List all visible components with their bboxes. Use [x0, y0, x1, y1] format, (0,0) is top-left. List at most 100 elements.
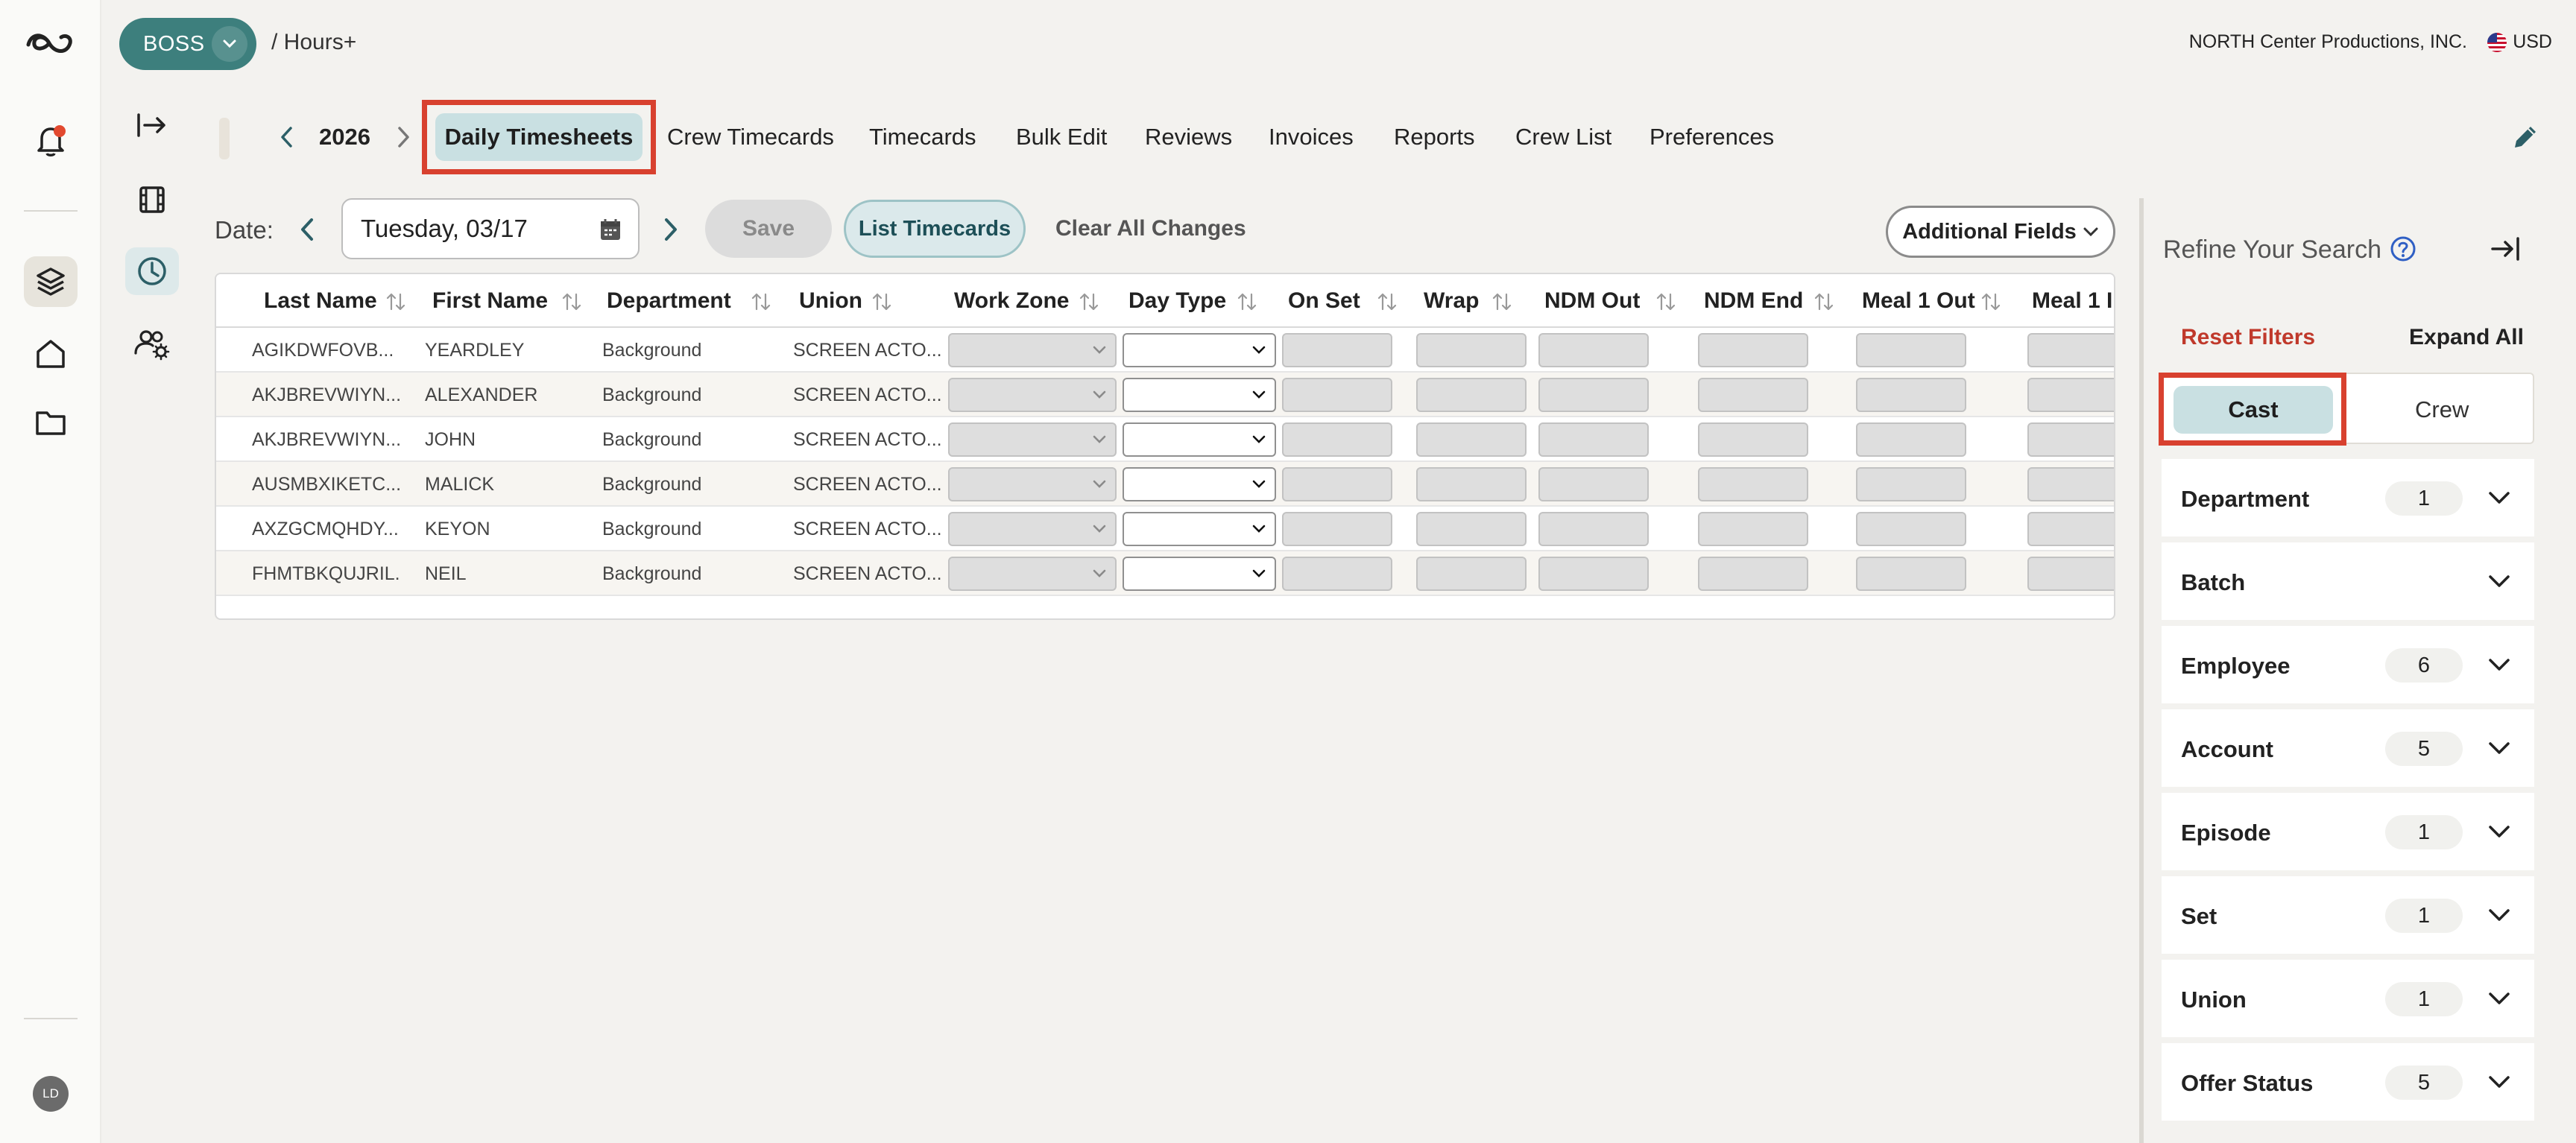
- wrap-input[interactable]: [1416, 333, 1527, 367]
- calendar-icon[interactable]: [599, 218, 622, 247]
- filter-union[interactable]: Union 1: [2162, 960, 2534, 1040]
- edit-pencil-icon[interactable]: [2509, 121, 2542, 157]
- additional-fields-button[interactable]: Additional Fields: [1886, 206, 2115, 258]
- app-switcher-button[interactable]: BOSS: [119, 18, 256, 70]
- ndm-end-input[interactable]: [1698, 333, 1808, 367]
- column-header[interactable]: NDM Out: [1544, 274, 1640, 328]
- work-zone-select[interactable]: [948, 378, 1117, 412]
- sort-icon[interactable]: [1655, 291, 1677, 313]
- meal1-out-input[interactable]: [1856, 467, 1966, 501]
- column-header[interactable]: Union: [799, 274, 862, 328]
- table-row[interactable]: AUSMBXIKETC... MALICK Background SCREEN ACT…: [216, 462, 2114, 507]
- chevron-down-icon[interactable]: [2487, 1073, 2512, 1095]
- column-header[interactable]: On Set: [1288, 274, 1360, 328]
- wrap-input[interactable]: [1416, 467, 1527, 501]
- ndm-out-input[interactable]: [1538, 467, 1649, 501]
- ndm-out-input[interactable]: [1538, 378, 1649, 412]
- save-button[interactable]: Save: [705, 200, 832, 258]
- on-set-input[interactable]: [1282, 378, 1392, 412]
- meal1-out-input[interactable]: [1856, 422, 1966, 457]
- chevron-down-icon[interactable]: [2487, 572, 2512, 594]
- clock-icon[interactable]: [125, 247, 179, 295]
- table-row[interactable]: AXZGCMQHDY... KEYON Background SCREEN ACTO.…: [216, 507, 2114, 551]
- tab-invoices[interactable]: Invoices: [1269, 124, 1354, 151]
- ndm-end-input[interactable]: [1698, 557, 1808, 591]
- sort-icon[interactable]: [385, 291, 407, 313]
- chevron-down-icon[interactable]: [2487, 823, 2512, 844]
- date-next-icon[interactable]: [659, 215, 681, 248]
- list-timecards-button[interactable]: List Timecards: [844, 200, 1026, 258]
- ndm-out-input[interactable]: [1538, 557, 1649, 591]
- table-row[interactable]: FHMTBKQUJRIL... NEIL Background SCREEN ACTO…: [216, 551, 2114, 596]
- work-zone-select[interactable]: [948, 557, 1117, 591]
- ndm-out-input[interactable]: [1538, 333, 1649, 367]
- table-row[interactable]: AKJBREVWIYN... JOHN Background SCREEN ACTO.…: [216, 417, 2114, 462]
- ndm-end-input[interactable]: [1698, 422, 1808, 457]
- chevron-down-icon[interactable]: [2487, 906, 2512, 928]
- filter-offer-status[interactable]: Offer Status 5: [2162, 1043, 2534, 1124]
- meal1-out-input[interactable]: [1856, 378, 1966, 412]
- collapse-sidebar-icon[interactable]: [136, 112, 168, 139]
- chevron-down-icon[interactable]: [2487, 489, 2512, 510]
- column-header[interactable]: Work Zone: [954, 274, 1069, 328]
- meal1-in-input[interactable]: [2027, 422, 2114, 457]
- column-header[interactable]: Day Type: [1128, 274, 1226, 328]
- on-set-input[interactable]: [1282, 557, 1392, 591]
- column-header[interactable]: Last Name: [264, 274, 377, 328]
- chevron-down-icon[interactable]: [2487, 656, 2512, 677]
- on-set-input[interactable]: [1282, 467, 1392, 501]
- sort-icon[interactable]: [1376, 291, 1398, 313]
- meal1-in-input[interactable]: [2027, 512, 2114, 546]
- ndm-end-input[interactable]: [1698, 512, 1808, 546]
- filter-employee[interactable]: Employee 6: [2162, 626, 2534, 706]
- on-set-input[interactable]: [1282, 422, 1392, 457]
- tab-reviews[interactable]: Reviews: [1145, 124, 1232, 151]
- meal1-in-input[interactable]: [2027, 467, 2114, 501]
- wrap-input[interactable]: [1416, 378, 1527, 412]
- tab-timecards[interactable]: Timecards: [869, 124, 976, 151]
- team-settings-icon[interactable]: [133, 328, 171, 361]
- logo-icon[interactable]: [24, 27, 78, 57]
- company-name[interactable]: NORTH Center Productions, INC.: [2189, 31, 2467, 53]
- work-zone-select[interactable]: [948, 333, 1117, 367]
- wrap-input[interactable]: [1416, 512, 1527, 546]
- sort-icon[interactable]: [1491, 291, 1513, 313]
- wrap-input[interactable]: [1416, 422, 1527, 457]
- folder-icon[interactable]: [34, 408, 67, 437]
- day-type-select[interactable]: [1123, 333, 1276, 367]
- filter-batch[interactable]: Batch: [2162, 542, 2534, 623]
- column-header[interactable]: First Name: [432, 274, 548, 328]
- chevron-down-icon[interactable]: [2487, 739, 2512, 761]
- crew-toggle-button[interactable]: Crew: [2415, 396, 2469, 423]
- on-set-input[interactable]: [1282, 333, 1392, 367]
- notification-bell-icon[interactable]: [34, 122, 67, 158]
- column-header[interactable]: Wrap: [1424, 274, 1479, 328]
- home-icon[interactable]: [34, 338, 67, 370]
- day-type-select[interactable]: [1123, 557, 1276, 591]
- table-row[interactable]: AGIKDWFOVB... YEARDLEY Background SCREEN AC…: [216, 328, 2114, 373]
- day-type-select[interactable]: [1123, 467, 1276, 501]
- meal1-out-input[interactable]: [1856, 512, 1966, 546]
- tab-daily-timesheets[interactable]: Daily Timesheets: [435, 113, 643, 161]
- expand-all-button[interactable]: Expand All: [2409, 325, 2524, 350]
- column-header[interactable]: Department: [607, 274, 731, 328]
- wrap-input[interactable]: [1416, 557, 1527, 591]
- clear-all-changes-button[interactable]: Clear All Changes: [1055, 216, 1246, 241]
- day-type-select[interactable]: [1123, 422, 1276, 457]
- work-zone-select[interactable]: [948, 467, 1117, 501]
- currency-selector[interactable]: USD: [2487, 31, 2552, 53]
- breadcrumb[interactable]: / Hours+: [271, 30, 356, 55]
- day-type-select[interactable]: [1123, 378, 1276, 412]
- filter-department[interactable]: Department 1: [2162, 459, 2534, 539]
- panel-resize-handle[interactable]: [2139, 198, 2144, 1143]
- sort-icon[interactable]: [1078, 291, 1100, 313]
- on-set-input[interactable]: [1282, 512, 1392, 546]
- ndm-out-input[interactable]: [1538, 512, 1649, 546]
- reset-filters-button[interactable]: Reset Filters: [2181, 325, 2315, 350]
- tab-preferences[interactable]: Preferences: [1650, 124, 1774, 151]
- sort-icon[interactable]: [750, 291, 772, 313]
- ndm-out-input[interactable]: [1538, 422, 1649, 457]
- layers-icon[interactable]: [24, 256, 78, 307]
- avatar[interactable]: LD: [33, 1076, 69, 1112]
- collapse-panel-icon[interactable]: [2490, 235, 2522, 266]
